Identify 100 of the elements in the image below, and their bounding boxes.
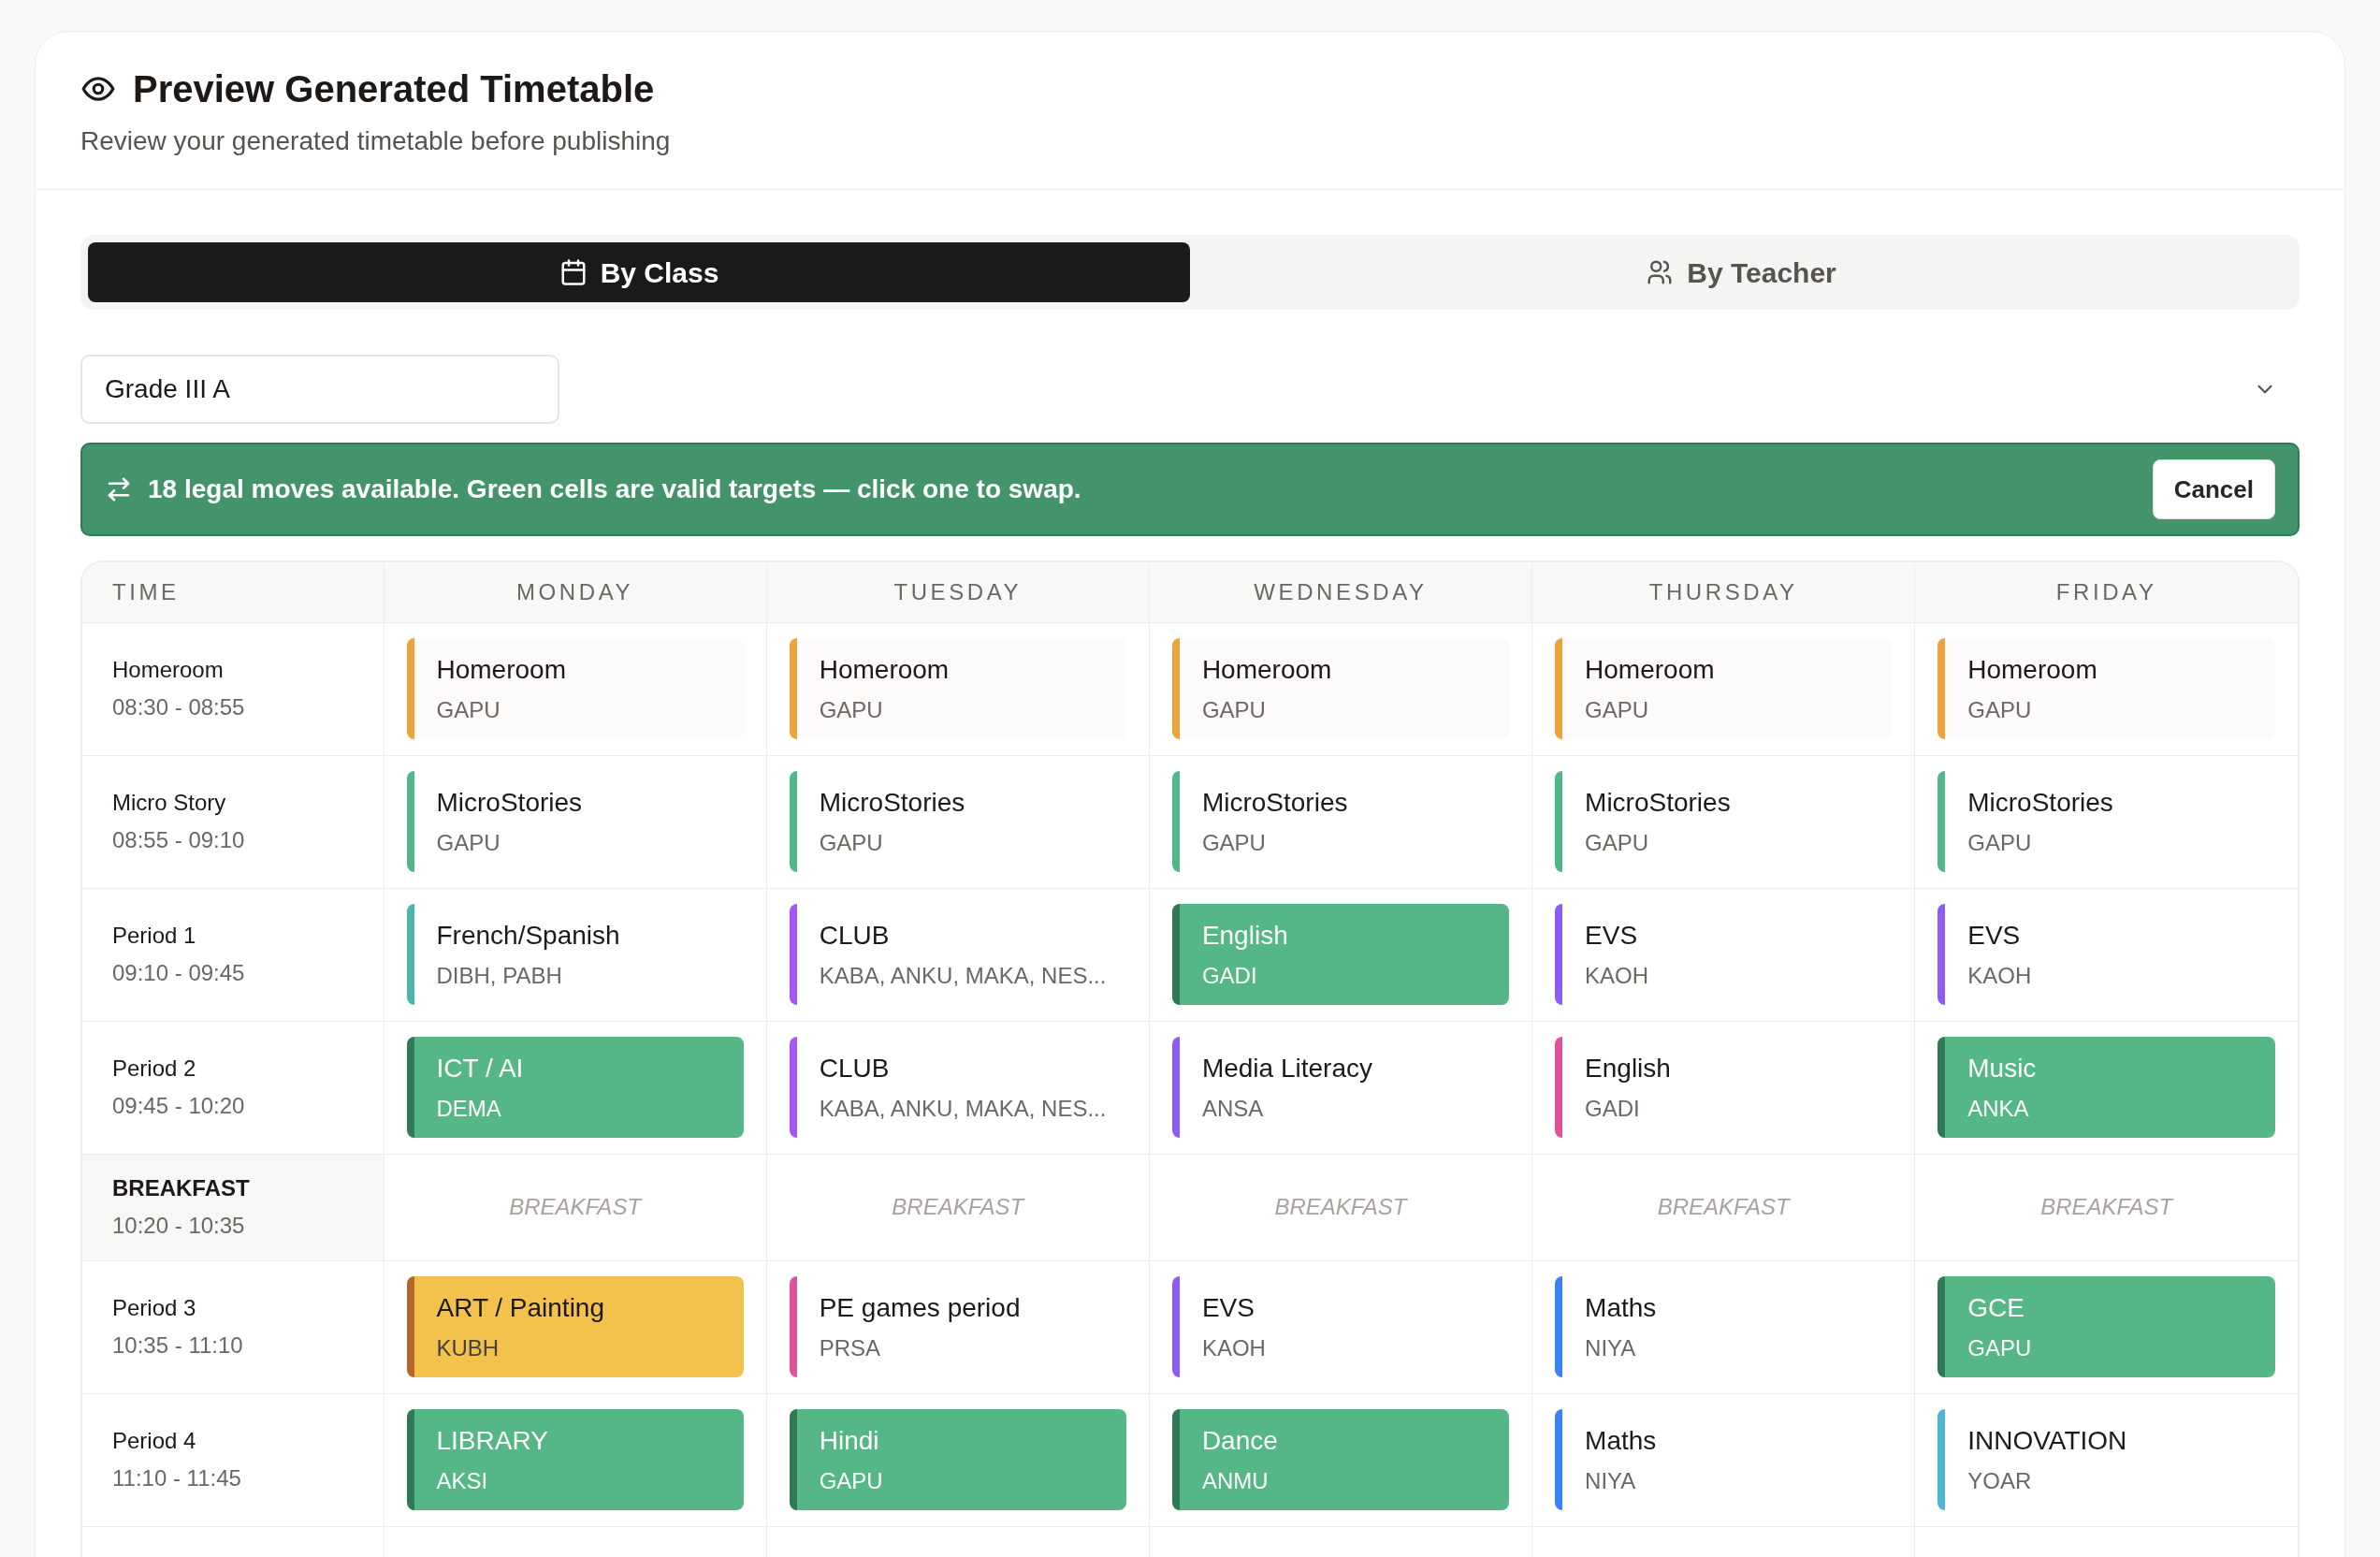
subject-name: PE games period <box>819 1292 1022 1324</box>
period-time: 09:45 - 10:20 <box>112 1092 246 1120</box>
teacher-code: GAPU <box>819 829 884 857</box>
teacher-code: NIYA <box>1585 1467 1637 1495</box>
lesson-card[interactable]: Homeroom GAPU <box>1937 638 2275 739</box>
teacher-code: YOAR <box>1967 1467 2033 1495</box>
subject-name: GCE <box>1967 1292 2025 1324</box>
subject-name: Dance <box>1201 1425 1279 1457</box>
subject-name: English <box>1585 1053 1672 1084</box>
subject-name: EVS <box>1585 920 1639 952</box>
teacher-code: GAPU <box>819 1467 884 1495</box>
page-title: Preview Generated Timetable <box>133 67 655 111</box>
teacher-code: GADI <box>1585 1095 1641 1123</box>
banner-message: 18 legal moves available. Green cells are valid targets — click one to swap. <box>148 473 1082 505</box>
teacher-code: KAOH <box>1201 1334 1267 1362</box>
subject-name: Media Literacy <box>1201 1053 1373 1084</box>
period-time: 08:55 - 09:10 <box>112 826 246 854</box>
teacher-code: DIBH, PABH <box>436 962 563 990</box>
subject-name: French/Spanish <box>436 920 621 952</box>
teacher-code: KABA, ANKU, MAKA, NES... <box>819 1095 1108 1123</box>
subject-name: INNOVATION <box>1967 1425 2128 1457</box>
subject-name: Maths <box>1585 1292 1658 1324</box>
teacher-code: GAPU <box>1967 1334 2033 1362</box>
period-time: 09:10 - 09:45 <box>112 959 246 987</box>
period-label: Micro Story <box>112 789 227 817</box>
subject-name: ICT / AI <box>436 1053 525 1084</box>
column-header: FRIDAY <box>1914 562 2298 622</box>
class-select[interactable]: Grade III A <box>80 355 2300 424</box>
teacher-code: ANKA <box>1967 1095 2030 1123</box>
subject-name: MicroStories <box>1585 787 1732 819</box>
subject-name: Maths <box>1585 1425 1658 1457</box>
subject-name: EVS <box>1201 1292 1255 1324</box>
teacher-code: NIYA <box>1585 1334 1637 1362</box>
subject-name: CLUB <box>819 920 891 952</box>
teacher-code: GAPU <box>1967 829 2033 857</box>
subject-name: Homeroom <box>1201 654 1333 686</box>
teacher-code: ANMU <box>1201 1467 1270 1495</box>
break-label: BREAKFAST <box>1273 1193 1409 1221</box>
subject-name: Homeroom <box>436 654 567 686</box>
subject-name: Homeroom <box>819 654 951 686</box>
teacher-code: DEMA <box>436 1095 502 1123</box>
teacher-code: AKSI <box>436 1467 489 1495</box>
teacher-code: GADI <box>1201 962 1258 990</box>
period-time: 11:10 - 11:45 <box>112 1464 242 1492</box>
break-label: BREAKFAST <box>891 1193 1026 1221</box>
column-header: MONDAY <box>384 562 767 622</box>
teacher-code: GAPU <box>819 696 884 724</box>
teacher-code: GAPU <box>1967 696 2033 724</box>
column-header: TIME <box>82 562 384 622</box>
subject-name: English <box>1201 920 1289 952</box>
subject-name: EVS <box>1967 920 2022 952</box>
view-tab[interactable]: By Teacher <box>1190 242 2292 302</box>
period-label: BREAKFAST <box>112 1174 251 1202</box>
break-label: BREAKFAST <box>1656 1193 1792 1221</box>
teacher-code: KABA, ANKU, MAKA, NES... <box>819 962 1108 990</box>
subject-name: Music <box>1967 1053 2038 1084</box>
calendar-icon <box>559 258 588 286</box>
period-time: 10:20 - 10:35 <box>112 1212 246 1240</box>
subject-name: MicroStories <box>1201 787 1349 819</box>
teacher-code: ANSA <box>1201 1095 1265 1123</box>
teacher-code: KUBH <box>436 1334 501 1362</box>
lesson-card[interactable]: Homeroom GAPU <box>406 638 744 739</box>
period-time: 10:35 - 11:10 <box>112 1331 244 1360</box>
subject-name: MicroStories <box>436 787 584 819</box>
teacher-code: KAOH <box>1967 962 2033 990</box>
subject-name: Homeroom <box>1967 654 2098 686</box>
teacher-code: GAPU <box>436 696 501 724</box>
page-subtitle: Review your generated timetable before publishing <box>80 125 672 157</box>
subject-name: MicroStories <box>819 787 966 819</box>
subject-name: MicroStories <box>1967 787 2114 819</box>
column-header: WEDNESDAY <box>1149 562 1532 622</box>
teacher-code: GAPU <box>1585 696 1650 724</box>
teacher-code: PRSA <box>819 1334 882 1362</box>
view-tab[interactable]: By Class <box>88 242 1190 302</box>
column-header: THURSDAY <box>1531 562 1915 622</box>
lesson-card[interactable]: Homeroom GAPU <box>1171 638 1510 739</box>
period-label: Period 1 <box>112 922 197 950</box>
period-time: 08:30 - 08:55 <box>112 693 246 721</box>
teacher-code: GAPU <box>1201 696 1267 724</box>
break-label: BREAKFAST <box>2039 1193 2175 1221</box>
users-icon <box>1646 258 1675 286</box>
teacher-code: GAPU <box>436 829 501 857</box>
teacher-code: GAPU <box>1201 829 1267 857</box>
period-label: Period 4 <box>112 1427 197 1455</box>
teacher-code: KAOH <box>1585 962 1650 990</box>
lesson-card[interactable]: Homeroom GAPU <box>1555 638 1893 739</box>
cancel-button[interactable]: Cancel <box>2152 459 2275 519</box>
teacher-code: GAPU <box>1585 829 1650 857</box>
subject-name: Hindi <box>819 1425 880 1457</box>
lesson-card[interactable]: Homeroom GAPU <box>789 638 1126 739</box>
period-label: Homeroom <box>112 656 225 684</box>
subject-name: Homeroom <box>1585 654 1716 686</box>
column-header: TUESDAY <box>766 562 1150 622</box>
subject-name: ART / Painting <box>436 1292 605 1324</box>
subject-name: CLUB <box>819 1053 891 1084</box>
period-label: Period 3 <box>112 1294 197 1322</box>
period-label: Period 2 <box>112 1055 197 1083</box>
break-label: BREAKFAST <box>508 1193 644 1221</box>
subject-name: LIBRARY <box>436 1425 549 1457</box>
lesson-card[interactable]: ART / Painting KUBH <box>406 1276 744 1377</box>
